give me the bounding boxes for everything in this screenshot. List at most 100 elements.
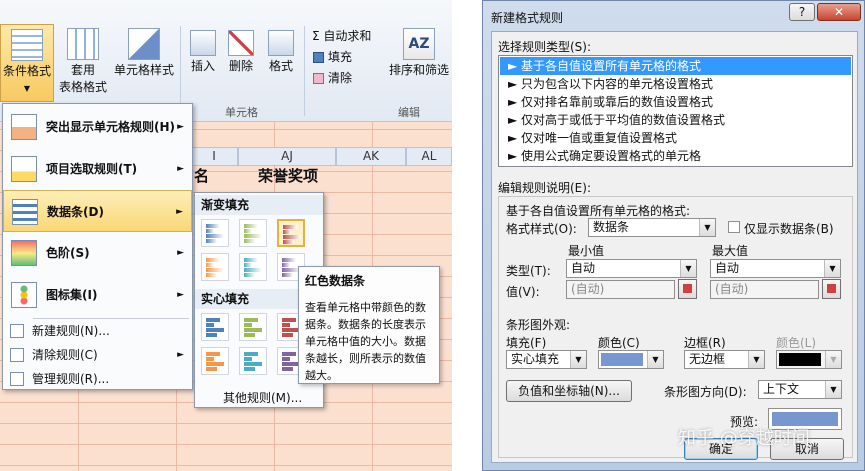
help-button[interactable]: ?: [789, 3, 815, 21]
column-header-ak[interactable]: AK: [336, 147, 406, 166]
type-label: 类型(T):: [506, 264, 551, 278]
min-type-select[interactable]: 自动 ▼: [566, 259, 697, 278]
gradient-fill-header: 渐变填充: [195, 195, 323, 215]
chevron-down-icon: ▼: [699, 219, 715, 236]
rule-type-item[interactable]: ► 仅对排名靠前或靠后的数值设置格式: [500, 93, 851, 111]
menu-item-label: 色阶(S): [46, 246, 90, 260]
green-solid-databar-option[interactable]: [239, 313, 267, 341]
color-label: 颜色(C): [598, 336, 640, 350]
group-label-edit: 编辑: [398, 106, 420, 119]
value-label: 值(V):: [506, 285, 540, 299]
light-blue-gradient-databar-option[interactable]: [239, 253, 267, 281]
column-header-aj[interactable]: AJ: [238, 147, 336, 166]
format-style-select[interactable]: 数据条 ▼: [588, 218, 716, 237]
menu-item-color-scales[interactable]: 色阶(S) ►: [3, 232, 192, 274]
blue-solid-databar-option[interactable]: [201, 313, 229, 341]
rule-type-item[interactable]: ► 仅对高于或低于平均值的数值设置格式: [500, 111, 851, 129]
max-type-select[interactable]: 自动 ▼: [710, 259, 841, 278]
insert-button[interactable]: 插入: [184, 30, 222, 75]
chevron-down-icon: ▼: [23, 84, 31, 93]
menu-item-label: 突出显示单元格规则(H): [46, 120, 176, 134]
column-header-al[interactable]: AL: [406, 147, 452, 166]
insert-icon: [190, 30, 216, 56]
other-rules-link[interactable]: 其他规则(M)...: [223, 389, 302, 406]
menu-item-label: 图标集(I): [46, 288, 98, 302]
bar-appearance-label: 条形图外观:: [506, 318, 571, 332]
insert-label: 插入: [190, 59, 215, 73]
table-format-button[interactable]: 套用 表格格式: [56, 28, 110, 96]
max-value-input[interactable]: (自动): [710, 280, 819, 299]
menu-item-top-bottom-rules[interactable]: 项目选取规则(T) ►: [3, 148, 192, 190]
cell-style-button[interactable]: 单元格样式: [112, 28, 176, 79]
tooltip-title: 红色数据条: [305, 274, 366, 288]
orange-gradient-databar-option[interactable]: [201, 253, 229, 281]
max-value-picker-button[interactable]: [822, 279, 841, 299]
blue-gradient-databar-option[interactable]: [201, 219, 229, 247]
cell-header-name[interactable]: 名: [194, 165, 209, 186]
new-format-rule-dialog: 新建格式规则 ? ✕ 选择规则类型(S): ► 基于各自值设置所有单元格的格式 ►…: [482, 0, 865, 471]
fill-select[interactable]: 实心填充 ▼: [506, 350, 587, 369]
border-color-select: ▼: [776, 350, 842, 369]
min-value-input[interactable]: (自动): [566, 280, 675, 299]
clear-rules-icon: [10, 348, 24, 362]
chevron-down-icon: ▼: [647, 351, 663, 368]
green-gradient-databar-option[interactable]: [239, 219, 267, 247]
menu-item-manage-rules[interactable]: 管理规则(R)...: [3, 367, 192, 391]
chevron-right-icon: ►: [177, 290, 184, 300]
table-format-label-2: 表格格式: [58, 80, 107, 94]
menu-item-label: 清除规则(C): [32, 348, 98, 362]
menu-item-data-bars[interactable]: 数据条(D) ►: [3, 190, 192, 232]
negative-axis-button[interactable]: 负值和坐标轴(N)...: [506, 380, 632, 402]
menu-item-highlight-rules[interactable]: 突出显示单元格规则(H) ►: [3, 106, 192, 148]
table-format-icon: [67, 28, 99, 60]
conditional-format-button[interactable]: 条件格式 ▼: [0, 24, 54, 102]
sort-filter-button[interactable]: AZ 排序和筛选: [388, 28, 450, 79]
delete-icon: [228, 30, 254, 56]
fill-color-select[interactable]: ▼: [598, 350, 664, 369]
column-header-i[interactable]: I: [190, 147, 238, 166]
direction-select[interactable]: 上下文 ▼: [758, 380, 842, 399]
sort-filter-label: 排序和筛选: [388, 63, 449, 77]
menu-item-new-rule[interactable]: 新建规则(N)...: [3, 319, 192, 343]
cell-header-award[interactable]: 荣誉奖项: [258, 165, 318, 186]
rule-type-list: ► 基于各自值设置所有单元格的格式 ► 只为包含以下内容的单元格设置格式 ► 仅对排…: [498, 55, 853, 167]
excel-panel: 条件格式 ▼ 套用 表格格式 单元格样式 插入 删除 格式 Σ 自动求和 填充 …: [0, 0, 452, 471]
cell-style-icon: [128, 28, 160, 60]
menu-item-icon-sets[interactable]: 图标集(I) ►: [3, 274, 192, 316]
fill-label: 填充(F): [506, 336, 547, 350]
min-value-picker-button[interactable]: [678, 279, 697, 299]
chevron-down-icon: ▼: [570, 351, 586, 368]
highlight-rules-icon: [11, 114, 37, 140]
rule-type-item[interactable]: ► 使用公式确定要设置格式的单元格: [500, 147, 851, 165]
max-type-value: 自动: [715, 261, 740, 275]
delete-button[interactable]: 删除: [222, 30, 260, 75]
table-format-label-1: 套用: [70, 63, 95, 77]
watermark: 知乎 @穿越时间: [678, 428, 810, 449]
chevron-down-icon: ▼: [748, 351, 764, 368]
menu-item-label: 项目选取规则(T): [46, 162, 138, 176]
format-button[interactable]: 格式: [262, 30, 300, 75]
menu-item-clear-rules[interactable]: 清除规则(C) ►: [3, 343, 192, 367]
rule-type-item[interactable]: ► 只为包含以下内容的单元格设置格式: [500, 75, 851, 93]
based-on-label: 基于各自值设置所有单元格的格式:: [506, 204, 691, 218]
light-blue-solid-databar-option[interactable]: [239, 347, 267, 375]
eraser-icon: [313, 73, 324, 84]
show-bar-only-checkbox[interactable]: [728, 221, 740, 233]
rule-type-item[interactable]: ► 仅对唯一值或重复值设置格式: [500, 129, 851, 147]
border-select[interactable]: 无边框 ▼: [684, 350, 765, 369]
dialog-title: 新建格式规则: [491, 11, 564, 25]
data-bars-icon: [12, 199, 38, 225]
color-scales-icon: [11, 240, 37, 266]
autosum-button[interactable]: Σ 自动求和: [312, 28, 371, 45]
top-bottom-rules-icon: [11, 156, 37, 182]
range-picker-icon: [827, 284, 836, 293]
close-button[interactable]: ✕: [817, 3, 861, 21]
chevron-right-icon: ►: [177, 122, 184, 132]
rule-type-item[interactable]: ► 基于各自值设置所有单元格的格式: [500, 57, 851, 75]
show-bar-only-label: 仅显示数据条(B): [744, 222, 834, 236]
orange-solid-databar-option[interactable]: [201, 347, 229, 375]
red-gradient-databar-option[interactable]: [277, 219, 305, 247]
conditional-format-menu: 突出显示单元格规则(H) ► 项目选取规则(T) ► 数据条(D) ► 色阶(S) ► …: [2, 103, 193, 390]
dialog-body: 选择规则类型(S): ► 基于各自值设置所有单元格的格式 ► 只为包含以下内容的单…: [491, 31, 858, 463]
cell-style-label: 单元格样式: [113, 63, 174, 77]
